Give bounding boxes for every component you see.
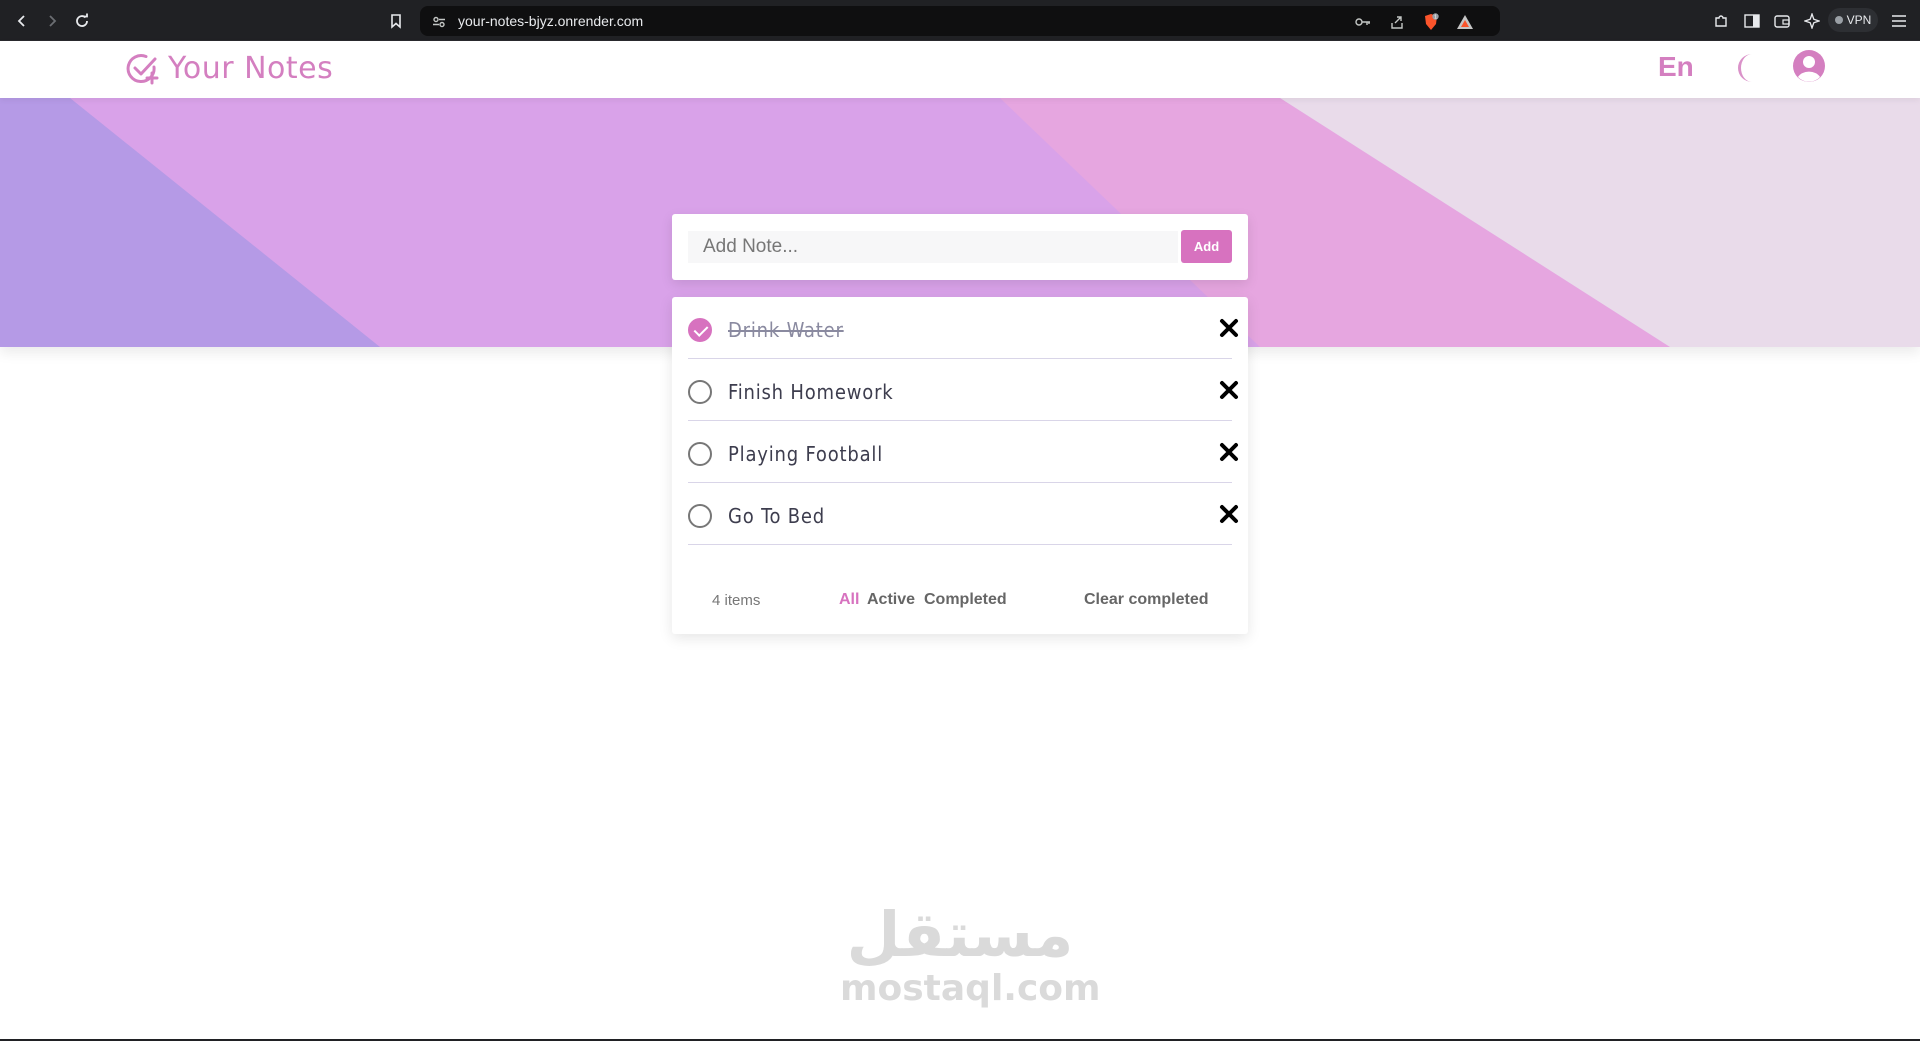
sidebar-icon[interactable] [1741,9,1763,33]
app-logo[interactable]: Your Notes [126,51,333,86]
forward-icon[interactable] [40,9,64,33]
address-bar[interactable]: your-notes-bjyz.onrender.com 1 [420,6,1500,36]
dark-mode-icon[interactable] [1730,50,1764,86]
note-item: Drink Water [688,297,1238,359]
delete-note-icon[interactable] [1218,317,1240,339]
add-note-input[interactable] [688,231,1178,263]
leo-ai-icon[interactable] [1801,9,1823,33]
vpn-button[interactable]: VPN [1828,8,1878,32]
filter-all[interactable]: All [839,591,859,609]
reload-icon[interactable] [70,9,94,33]
share-icon[interactable] [1388,13,1406,31]
delete-note-icon[interactable] [1218,379,1240,401]
svg-text:1: 1 [1434,15,1437,21]
note-checkbox[interactable] [688,380,712,404]
watermark-latin: mostaql.com [840,968,1101,1009]
list-footer: 4 items All Active Completed Clear compl… [672,562,1248,634]
note-checkbox[interactable] [688,504,712,528]
check-plus-icon [126,53,159,84]
app-title: Your Notes [168,51,334,86]
items-count: 4 items [712,592,761,609]
note-checkbox[interactable] [688,442,712,466]
note-text[interactable]: Go To Bed [728,504,825,528]
extensions-icon[interactable] [1710,9,1732,33]
vpn-status-icon [1834,16,1843,24]
clear-completed-button[interactable]: Clear completed [1084,591,1208,609]
site-settings-icon[interactable] [430,13,448,31]
note-item: Playing Football [688,421,1238,483]
back-icon[interactable] [10,9,34,33]
language-toggle[interactable]: En [1658,51,1694,83]
delete-note-icon[interactable] [1218,441,1240,463]
key-icon[interactable] [1354,13,1372,31]
note-text[interactable]: Drink Water [728,318,844,342]
user-avatar-icon[interactable] [1792,49,1826,83]
wallet-icon[interactable] [1771,9,1793,33]
notes-list-card: Drink Water Finish Homework Playing Foot… [672,297,1248,634]
note-item: Finish Homework [688,359,1238,421]
bookmark-icon[interactable] [384,9,408,33]
add-note-card: Add [672,214,1248,280]
browser-toolbar: your-notes-bjyz.onrender.com 1 VPN [0,0,1920,41]
brave-rewards-icon[interactable] [1456,13,1474,31]
filter-completed[interactable]: Completed [924,591,1007,609]
note-item: Go To Bed [688,483,1238,545]
note-text[interactable]: Playing Football [728,442,883,466]
vpn-label: VPN [1846,13,1872,27]
note-text[interactable]: Finish Homework [728,380,893,404]
delete-note-icon[interactable] [1218,503,1240,525]
app-header: Your Notes En [0,41,1920,98]
url-text[interactable]: your-notes-bjyz.onrender.com [458,13,643,29]
watermark-arabic: مستقل [846,898,1074,971]
filter-active[interactable]: Active [867,591,915,609]
brave-shield-icon[interactable]: 1 [1422,13,1440,31]
watermark: مستقل mostaql.com [840,898,1101,1010]
add-note-button[interactable]: Add [1181,230,1232,263]
menu-icon[interactable] [1888,9,1910,33]
note-checkbox-checked[interactable] [688,318,712,342]
